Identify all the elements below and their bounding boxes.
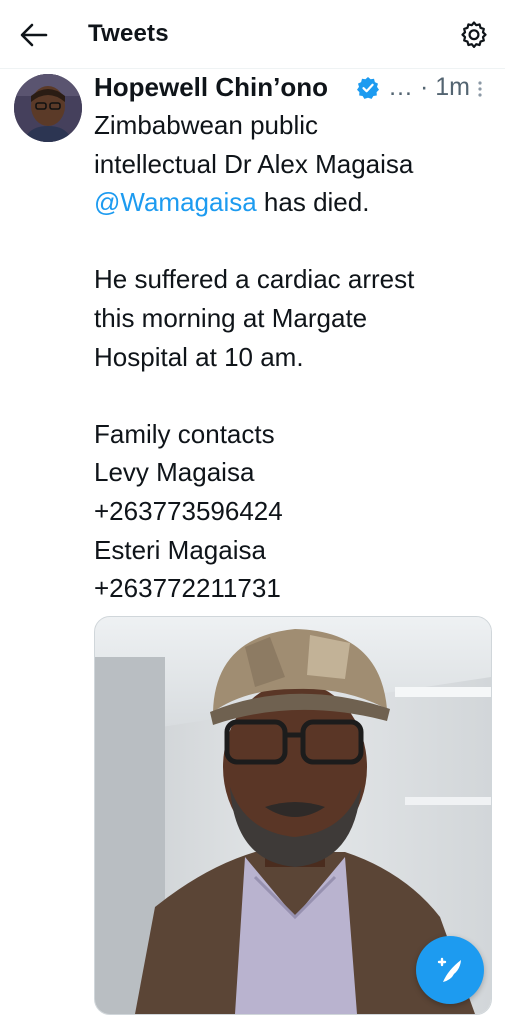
more-options-icon[interactable] <box>476 80 484 98</box>
tweet-line: Levy Magaisa <box>94 457 255 488</box>
top-bar: Tweets <box>0 0 505 69</box>
tweet-line: intellectual Dr Alex Magaisa <box>94 148 414 179</box>
tweet-line: @Wamagaisa has died. <box>94 183 489 222</box>
line-break <box>94 222 489 261</box>
tweet-line: Zimbabwean public <box>94 110 319 140</box>
tweet-line: +263772211731 <box>94 573 281 604</box>
tweet-line: Hospital at 10 am. <box>94 341 304 372</box>
tweet-header: Hopewell Chin’ono … · 1m <box>94 70 494 106</box>
tweet-line-text: has died. <box>256 187 370 218</box>
tweet-line: Esteri Magaisa <box>94 534 266 565</box>
compose-tweet-button[interactable] <box>416 936 484 1004</box>
compose-tweet-icon <box>437 957 461 982</box>
mention-link[interactable]: @Wamagaisa <box>94 187 257 217</box>
avatar-image <box>14 74 82 142</box>
author-avatar[interactable] <box>14 74 82 142</box>
tweet-timestamp: … · 1m <box>388 73 470 101</box>
page-title: Tweets <box>88 20 169 47</box>
tweet-line: +263773596424 <box>94 495 283 526</box>
tweet-text: Zimbabwean public intellectual Dr Alex M… <box>94 106 489 608</box>
author-name[interactable]: Hopewell Chin’ono <box>94 72 328 103</box>
tweet-line: Family contacts <box>94 418 275 449</box>
gear-icon[interactable] <box>460 20 488 48</box>
tweet-line: He suffered a cardiac arrest <box>94 264 415 295</box>
tweet-line: this morning at Margate <box>94 302 368 333</box>
line-break <box>94 376 489 415</box>
arrow-left-icon[interactable] <box>20 22 48 48</box>
verified-badge-icon <box>357 77 379 99</box>
